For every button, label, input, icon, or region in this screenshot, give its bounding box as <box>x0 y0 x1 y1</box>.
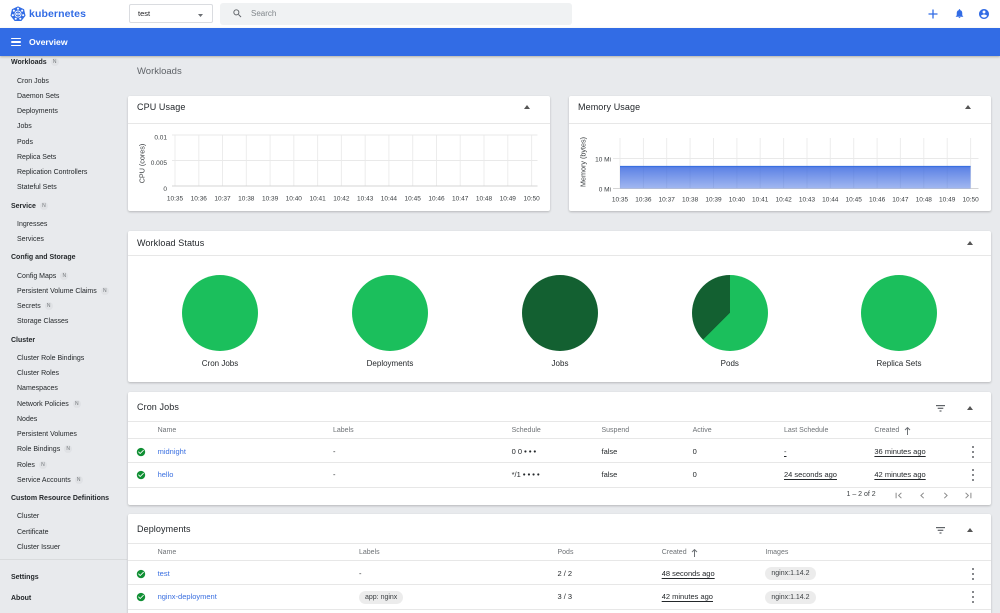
svg-text:0.005: 0.005 <box>151 160 168 167</box>
svg-text:10:40: 10:40 <box>286 196 303 203</box>
svg-text:10:37: 10:37 <box>659 197 676 204</box>
svg-text:10:46: 10:46 <box>428 196 445 203</box>
svg-text:10:44: 10:44 <box>822 197 839 204</box>
svg-text:10:41: 10:41 <box>752 197 769 204</box>
svg-text:10:38: 10:38 <box>682 197 699 204</box>
svg-text:10:43: 10:43 <box>799 197 816 204</box>
svg-text:10:46: 10:46 <box>869 197 886 204</box>
svg-text:10:41: 10:41 <box>309 196 326 203</box>
svg-text:10:45: 10:45 <box>405 196 422 203</box>
svg-text:10:37: 10:37 <box>214 196 231 203</box>
svg-text:10:49: 10:49 <box>939 197 956 204</box>
svg-text:0.01: 0.01 <box>154 135 167 142</box>
svg-text:10:49: 10:49 <box>500 196 517 203</box>
svg-text:10:36: 10:36 <box>191 196 208 203</box>
svg-text:10:44: 10:44 <box>381 196 398 203</box>
svg-text:10:39: 10:39 <box>262 196 279 203</box>
svg-text:10 Mi: 10 Mi <box>595 156 611 163</box>
svg-text:10:48: 10:48 <box>916 197 933 204</box>
svg-text:10:48: 10:48 <box>476 196 493 203</box>
svg-text:CPU (cores): CPU (cores) <box>138 144 147 184</box>
svg-text:10:50: 10:50 <box>523 196 540 203</box>
svg-text:10:50: 10:50 <box>962 197 979 204</box>
svg-text:10:42: 10:42 <box>775 197 792 204</box>
svg-text:10:47: 10:47 <box>452 196 469 203</box>
svg-text:0: 0 <box>163 186 167 193</box>
svg-text:10:40: 10:40 <box>729 197 746 204</box>
svg-text:10:47: 10:47 <box>892 197 909 204</box>
svg-text:0 Mi: 0 Mi <box>599 186 611 193</box>
svg-text:10:39: 10:39 <box>705 197 722 204</box>
svg-text:Memory (bytes): Memory (bytes) <box>579 137 588 187</box>
svg-text:10:45: 10:45 <box>846 197 863 204</box>
svg-text:10:35: 10:35 <box>612 197 629 204</box>
svg-text:10:36: 10:36 <box>635 197 652 204</box>
svg-text:10:38: 10:38 <box>238 196 255 203</box>
svg-text:10:42: 10:42 <box>333 196 350 203</box>
svg-text:10:43: 10:43 <box>357 196 374 203</box>
svg-text:10:35: 10:35 <box>167 196 184 203</box>
